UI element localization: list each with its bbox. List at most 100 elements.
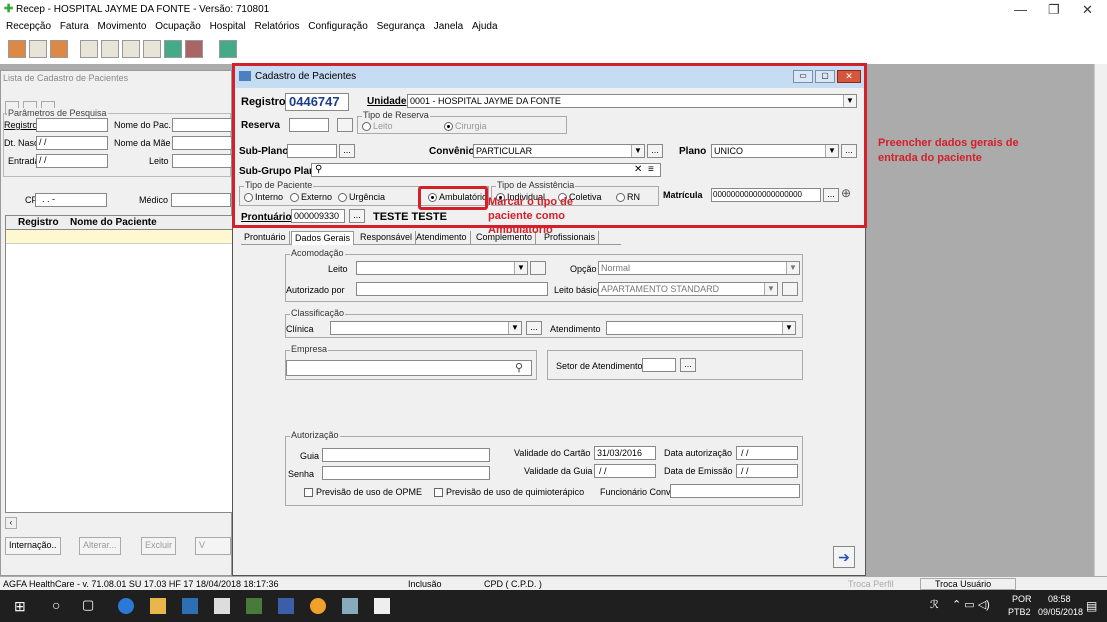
search-icon[interactable]: ○ [52, 597, 60, 613]
toolbar-audio-icon[interactable] [185, 40, 203, 58]
chrome-icon[interactable] [310, 598, 326, 614]
data-emissao-label: Data de Emissão [664, 466, 733, 476]
app-recep-icon[interactable] [246, 598, 262, 614]
v-button[interactable]: V [195, 537, 231, 555]
senha-input[interactable] [322, 466, 490, 480]
clinica-lookup-button[interactable]: ... [526, 321, 542, 335]
toolbar-image-icon[interactable] [219, 40, 237, 58]
menu-ajuda[interactable]: Ajuda [472, 21, 498, 32]
troca-usuario-button[interactable]: Troca Usuário [920, 578, 1016, 590]
nome-pac-input[interactable] [172, 118, 232, 132]
nome-mae-input[interactable] [172, 136, 232, 150]
internacao-button[interactable]: Internação.. [5, 537, 61, 555]
notepad-icon[interactable] [374, 598, 390, 614]
alterar-button[interactable]: Alterar... [79, 537, 121, 555]
notification-icon[interactable]: ▤ [1086, 599, 1097, 613]
troca-perfil-button[interactable]: Troca Perfil [848, 579, 894, 589]
menu-relatorios[interactable]: Relatórios [254, 21, 299, 32]
toolbar-bed-icon[interactable] [101, 40, 119, 58]
clock-time[interactable]: 08:58 [1048, 594, 1071, 604]
menu-janela[interactable]: Janela [434, 21, 463, 32]
col-nome-paciente[interactable]: Nome do Paciente [70, 217, 157, 228]
windows-start-icon[interactable]: ⊞ [14, 598, 26, 615]
people-icon[interactable]: ℛ [930, 598, 939, 611]
tab-atendimento[interactable]: Atendimento [413, 231, 471, 245]
mail-icon[interactable] [214, 598, 230, 614]
toolbar-print-icon[interactable] [122, 40, 140, 58]
opcao-select[interactable]: Normal ▼ [598, 261, 800, 275]
lang-indicator[interactable]: POR [1012, 594, 1032, 604]
menu-recepcao[interactable]: Recepção [6, 21, 51, 32]
edge-icon[interactable] [118, 598, 134, 614]
validade-guia-field[interactable]: / / [594, 464, 656, 478]
toolbar-person-icon[interactable] [80, 40, 98, 58]
scroll-left-icon[interactable]: ‹ [5, 517, 17, 529]
menu-ocupacao[interactable]: Ocupação [155, 21, 201, 32]
setor-lookup-button[interactable]: ... [680, 358, 696, 372]
data-autorizacao-field[interactable]: / / [736, 446, 798, 460]
menu-configuracao[interactable]: Configuração [308, 21, 367, 32]
registro-search-input[interactable] [36, 118, 108, 132]
vertical-scrollbar[interactable] [1094, 64, 1107, 576]
quimio-checkbox[interactable]: Previsão de uso de quimioterápico [434, 487, 584, 498]
tab-prontuario[interactable]: Prontuário [241, 231, 290, 245]
chevron-down-icon[interactable]: ▼ [508, 322, 521, 334]
chevron-down-icon[interactable]: ▼ [764, 283, 777, 295]
excluir-button[interactable]: Excluir [141, 537, 177, 555]
minimize-icon[interactable]: — [1014, 2, 1027, 17]
leito-basico-lookup-button[interactable] [782, 282, 798, 296]
menu-movimento[interactable]: Movimento [98, 21, 147, 32]
tab-dados-gerais[interactable]: Dados Gerais [291, 231, 355, 245]
medico-input[interactable] [171, 193, 231, 207]
toolbar-grid-icon[interactable] [29, 40, 47, 58]
internacao-label: Internação.. [9, 540, 57, 550]
leito-input[interactable] [172, 154, 232, 168]
autorizado-input[interactable] [356, 282, 548, 296]
search-params-group: Parâmetros de Pesquisa Registro Nome do … [3, 108, 232, 177]
leito-lookup-button[interactable] [530, 261, 546, 275]
store-icon[interactable] [182, 598, 198, 614]
next-arrow-icon[interactable]: ➔ [833, 546, 855, 568]
chevron-down-icon[interactable]: ▼ [782, 322, 795, 334]
toolbar-calendar-icon[interactable] [143, 40, 161, 58]
layout-indicator[interactable]: PTB2 [1008, 607, 1031, 617]
menu-hospital[interactable]: Hospital [210, 21, 246, 32]
setor-input[interactable] [642, 358, 676, 372]
clinica-label: Clínica [286, 324, 314, 334]
col-registro[interactable]: Registro [18, 217, 59, 228]
leito-select[interactable]: ▼ [356, 261, 528, 275]
chevron-down-icon[interactable]: ▼ [514, 262, 527, 274]
clinica-select[interactable]: ▼ [330, 321, 522, 335]
close-icon[interactable]: ✕ [1082, 2, 1093, 18]
validade-cartao-field[interactable]: 31/03/2016 [594, 446, 656, 460]
search-icon[interactable]: ⚲ [515, 361, 523, 374]
tab-responsavel[interactable]: Responsável [357, 231, 417, 245]
entrada-input[interactable]: / / [36, 154, 108, 168]
empresa-legend: Empresa [290, 344, 329, 354]
tray-icons[interactable]: ⌃ ▭ ◁) [952, 598, 990, 611]
task-view-icon[interactable]: ▢ [82, 597, 94, 613]
opme-checkbox[interactable]: Previsão de uso de OPME [304, 487, 422, 498]
guia-input[interactable] [322, 448, 490, 462]
window-title: Recep - HOSPITAL JAYME DA FONTE - Versão… [16, 4, 270, 15]
toolbar-doc-icon[interactable] [164, 40, 182, 58]
table-row[interactable] [6, 230, 234, 244]
menu-seguranca[interactable]: Segurança [377, 21, 425, 32]
app-generic-icon[interactable] [278, 598, 294, 614]
cpf-input[interactable]: . . - [35, 193, 107, 207]
troca-usuario-label: Troca Usuário [935, 579, 992, 589]
restore-icon[interactable]: ❐ [1048, 2, 1060, 18]
atendimento-select[interactable]: ▼ [606, 321, 796, 335]
dt-nasc-input[interactable]: / / [36, 136, 108, 150]
folder-icon[interactable] [150, 598, 166, 614]
chevron-down-icon[interactable]: ▼ [786, 262, 799, 274]
leito-basico-select[interactable]: APARTAMENTO STANDARD ▼ [598, 282, 778, 296]
paint-icon[interactable] [342, 598, 358, 614]
funcionario-input[interactable] [670, 484, 800, 498]
clock-date[interactable]: 09/05/2018 [1038, 607, 1083, 617]
toolbar-chart-icon[interactable] [8, 40, 26, 58]
data-emissao-field[interactable]: / / [736, 464, 798, 478]
toolbar-settings-icon[interactable] [50, 40, 68, 58]
empresa-search-input[interactable]: ⚲ [286, 360, 532, 376]
menu-fatura[interactable]: Fatura [60, 21, 89, 32]
